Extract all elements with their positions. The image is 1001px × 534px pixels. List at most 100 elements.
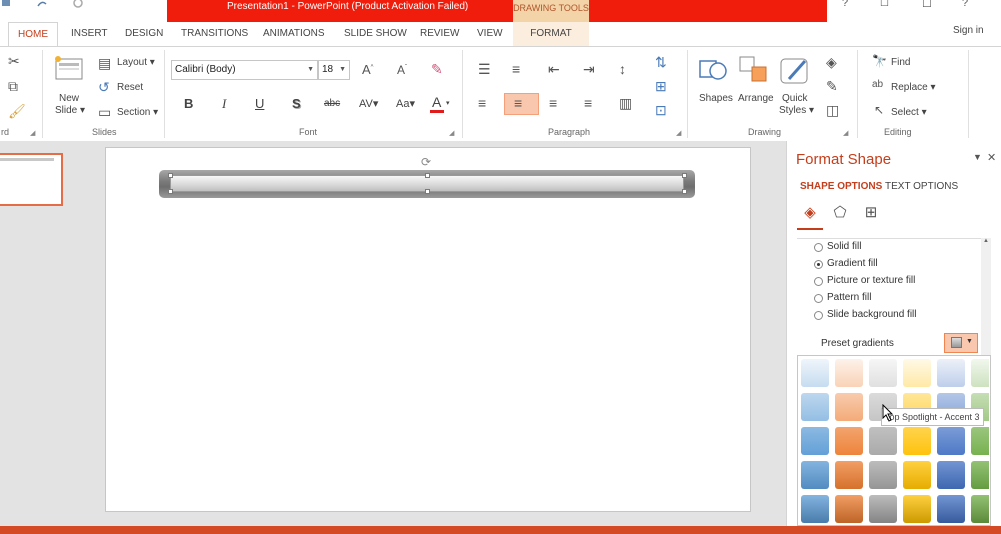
bold-button[interactable]: B [184, 96, 193, 111]
tab-transitions[interactable]: TRANSITIONS [181, 28, 248, 39]
resize-handle[interactable] [425, 173, 430, 178]
gradient-swatch[interactable] [971, 495, 989, 523]
quick-styles-button-line1[interactable]: Quick [782, 93, 808, 104]
gradient-swatch[interactable] [903, 495, 931, 523]
strikethrough-button[interactable]: abc [324, 98, 340, 109]
radio-slide-background-fill[interactable] [814, 311, 823, 320]
scroll-up-icon[interactable]: ▲ [981, 238, 991, 248]
gradient-swatch[interactable] [903, 427, 931, 455]
font-size-dropdown[interactable]: 18 ▼ [318, 60, 350, 80]
size-properties-icon[interactable]: ⊞ [860, 203, 882, 225]
gradient-swatch[interactable] [937, 359, 965, 387]
font-color-chevron-icon[interactable]: ▾ [446, 99, 450, 107]
effects-icon[interactable]: ⬠ [829, 203, 851, 225]
numbering-icon[interactable]: ≡ [512, 61, 520, 77]
select-button[interactable]: Select ▾ [891, 107, 927, 118]
gradient-swatch[interactable] [937, 427, 965, 455]
resize-handle[interactable] [682, 173, 687, 178]
change-case-button[interactable]: Aa▾ [396, 97, 415, 110]
quick-access-icons[interactable] [0, 0, 100, 10]
gradient-swatch[interactable] [835, 427, 863, 455]
radio-pattern-fill[interactable] [814, 294, 823, 303]
radio-gradient-fill[interactable] [814, 260, 823, 269]
radio-solid-fill[interactable] [814, 243, 823, 252]
radio-picture-fill[interactable] [814, 277, 823, 286]
character-spacing-button[interactable]: AV▾ [359, 97, 378, 110]
radio-label-solid-fill[interactable]: Solid fill [827, 241, 861, 252]
increase-font-size-icon[interactable]: A^ [362, 62, 374, 77]
tab-text-options[interactable]: TEXT OPTIONS [885, 181, 958, 192]
resize-handle[interactable] [682, 189, 687, 194]
rotate-handle-icon[interactable]: ⟳ [421, 155, 431, 169]
gradient-swatch[interactable] [801, 359, 829, 387]
fill-line-icon[interactable]: ◈ [799, 203, 821, 225]
slide-canvas[interactable] [105, 147, 751, 512]
clipboard-launcher-icon[interactable]: ◢ [30, 129, 35, 137]
new-slide-button-line2[interactable]: Slide ▾ [55, 105, 85, 116]
quick-styles-button-line2[interactable]: Styles ▾ [779, 105, 814, 116]
tab-format[interactable]: FORMAT [513, 22, 589, 46]
resize-handle[interactable] [168, 173, 173, 178]
resize-handle[interactable] [425, 189, 430, 194]
pane-close-icon[interactable]: ✕ [987, 151, 996, 164]
radio-label-slide-background-fill[interactable]: Slide background fill [827, 309, 917, 320]
tab-design[interactable]: DESIGN [125, 28, 163, 39]
shape-fill-icon[interactable]: ◈ [826, 54, 837, 71]
underline-button[interactable]: U [255, 96, 264, 111]
radio-label-gradient-fill[interactable]: Gradient fill [827, 258, 878, 269]
cut-icon[interactable]: ✂ [8, 53, 20, 70]
gradient-swatch[interactable] [835, 359, 863, 387]
tab-slide-show[interactable]: SLIDE SHOW [344, 28, 407, 39]
replace-button[interactable]: Replace ▾ [891, 82, 936, 93]
tab-insert[interactable]: INSERT [71, 28, 108, 39]
font-color-button[interactable]: A [432, 94, 441, 110]
justify-icon[interactable]: ≡ [584, 95, 592, 111]
section-button[interactable]: Section ▾ [117, 107, 158, 118]
shadow-button[interactable]: S [292, 96, 301, 111]
gradient-swatch[interactable] [801, 393, 829, 421]
gradient-swatch[interactable] [971, 461, 989, 489]
arrange-button[interactable]: Arrange [738, 93, 774, 104]
gradient-swatch[interactable] [835, 461, 863, 489]
new-slide-button-line1[interactable]: New [59, 93, 79, 104]
shapes-icon[interactable] [697, 55, 729, 87]
font-launcher-icon[interactable]: ◢ [449, 129, 454, 137]
tab-animations[interactable]: ANIMATIONS [263, 28, 324, 39]
arrange-icon[interactable] [738, 55, 770, 87]
gradient-swatch[interactable] [903, 461, 931, 489]
increase-indent-icon[interactable]: ⇥ [583, 61, 595, 78]
gradient-swatch[interactable] [801, 495, 829, 523]
tab-view[interactable]: VIEW [477, 28, 503, 39]
tab-review[interactable]: REVIEW [420, 28, 459, 39]
gradient-swatch[interactable] [869, 359, 897, 387]
shapes-button[interactable]: Shapes [699, 93, 733, 104]
italic-button[interactable]: I [222, 96, 226, 112]
quick-styles-icon[interactable] [779, 55, 811, 87]
layout-icon[interactable]: ▤ [98, 55, 111, 72]
gradient-swatch[interactable] [937, 495, 965, 523]
gradient-swatch[interactable] [835, 393, 863, 421]
gradient-swatch[interactable] [835, 495, 863, 523]
layout-button[interactable]: Layout ▾ [117, 57, 155, 68]
quick-access-toolbar[interactable] [0, 0, 100, 13]
align-left-icon[interactable]: ≡ [478, 95, 486, 111]
clear-formatting-icon[interactable]: ✎ [431, 61, 443, 78]
gradient-swatch[interactable] [801, 461, 829, 489]
gradient-swatch[interactable] [869, 495, 897, 523]
gradient-swatch[interactable] [971, 427, 989, 455]
paragraph-launcher-icon[interactable]: ◢ [676, 129, 681, 137]
gradient-swatch[interactable] [869, 427, 897, 455]
reset-icon[interactable]: ↺ [98, 79, 110, 96]
reset-button[interactable]: Reset [117, 82, 143, 93]
text-direction-icon[interactable]: ⇅ [655, 54, 667, 71]
resize-handle[interactable] [168, 189, 173, 194]
font-name-dropdown[interactable]: Calibri (Body) ▼ [171, 60, 318, 80]
select-icon[interactable]: ↖ [874, 103, 884, 117]
line-spacing-icon[interactable]: ↕ [619, 61, 626, 77]
gradient-swatch[interactable] [937, 461, 965, 489]
replace-icon[interactable]: ab [872, 79, 883, 90]
find-button[interactable]: Find [891, 57, 910, 68]
columns-icon[interactable]: ▥ [619, 95, 632, 112]
drawing-launcher-icon[interactable]: ◢ [843, 129, 848, 137]
align-right-icon[interactable]: ≡ [549, 95, 557, 111]
